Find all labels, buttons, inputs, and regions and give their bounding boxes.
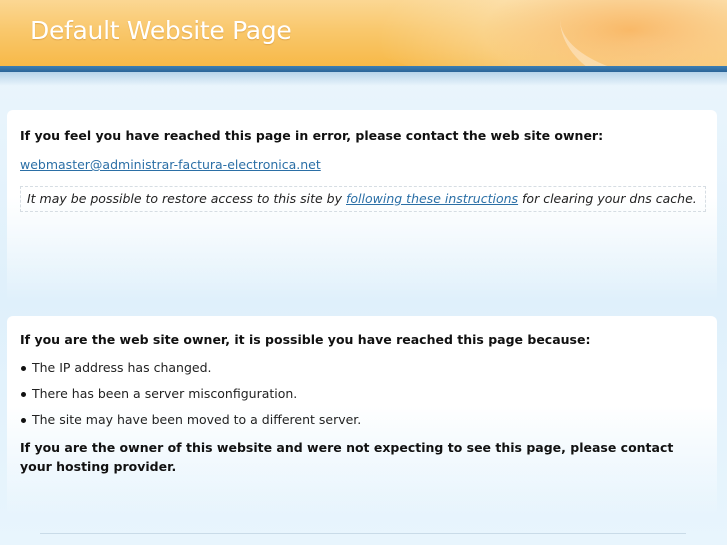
- list-item: The site may have been moved to a differ…: [20, 412, 362, 427]
- list-item: There has been a server misconfiguration…: [20, 385, 361, 403]
- owner-heading: If you are the web site owner, it is pos…: [20, 332, 591, 347]
- owner-panel: If you are the web site owner, it is pos…: [7, 316, 717, 516]
- hosting-provider-note: If you are the owner of this website and…: [20, 440, 674, 474]
- note-text-before: It may be possible to restore access to …: [27, 191, 346, 206]
- header-swirl-decoration: [560, 0, 727, 66]
- contact-heading: If you feel you have reached this page i…: [20, 128, 604, 143]
- dns-cache-note: It may be possible to restore access to …: [20, 186, 706, 212]
- reason-list: The IP address has changed. There has be…: [20, 359, 361, 437]
- note-text-after: for clearing your dns cache.: [518, 191, 697, 206]
- list-item: The IP address has changed.: [20, 359, 361, 377]
- header-divider-shadow: [0, 72, 727, 86]
- contact-panel: If you feel you have reached this page i…: [7, 110, 717, 302]
- instructions-link[interactable]: following these instructions: [346, 191, 518, 206]
- webmaster-email-link[interactable]: webmaster@administrar-factura-electronic…: [20, 157, 321, 172]
- bottom-divider: [40, 533, 686, 534]
- page-title: Default Website Page: [30, 16, 292, 45]
- header-banner: Default Website Page: [0, 0, 727, 66]
